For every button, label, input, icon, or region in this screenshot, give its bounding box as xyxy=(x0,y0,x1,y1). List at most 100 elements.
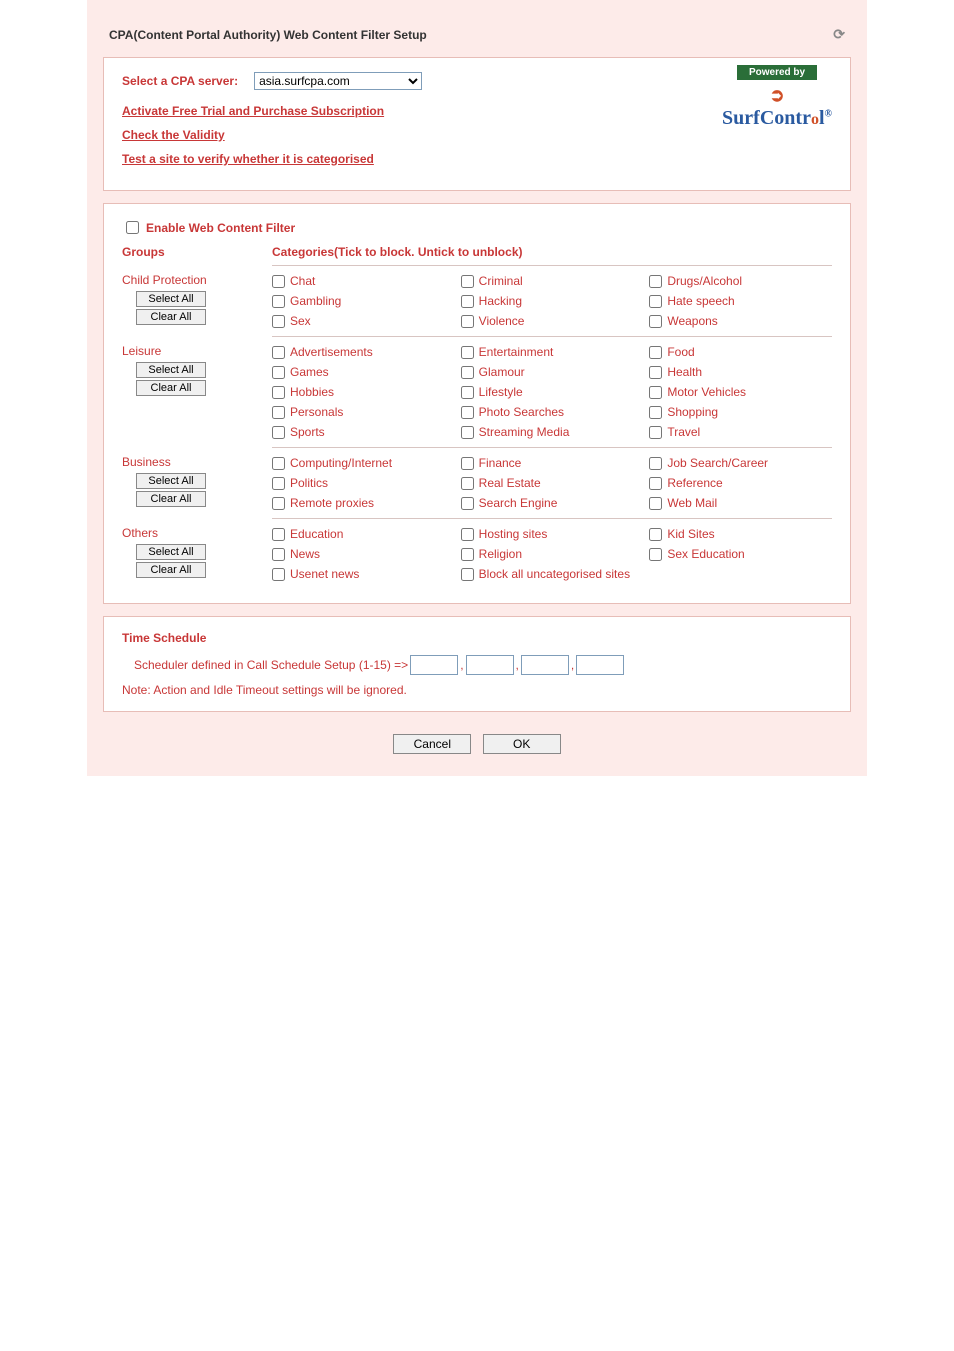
schedule-input-1[interactable] xyxy=(410,655,458,675)
category-checkbox[interactable] xyxy=(461,406,474,419)
category-item[interactable]: Religion xyxy=(461,547,644,561)
category-checkbox[interactable] xyxy=(461,386,474,399)
category-item[interactable]: Motor Vehicles xyxy=(649,385,832,399)
category-checkbox[interactable] xyxy=(272,477,285,490)
category-checkbox[interactable] xyxy=(461,528,474,541)
category-item[interactable]: Web Mail xyxy=(649,496,832,510)
category-checkbox[interactable] xyxy=(461,315,474,328)
category-checkbox[interactable] xyxy=(461,548,474,561)
category-checkbox[interactable] xyxy=(649,386,662,399)
activate-link[interactable]: Activate Free Trial and Purchase Subscri… xyxy=(122,104,384,118)
select-all-button[interactable]: Select All xyxy=(136,362,206,378)
category-checkbox[interactable] xyxy=(461,275,474,288)
category-checkbox[interactable] xyxy=(272,315,285,328)
category-checkbox[interactable] xyxy=(649,477,662,490)
clear-all-button[interactable]: Clear All xyxy=(136,491,206,507)
category-item[interactable]: Health xyxy=(649,365,832,379)
category-checkbox[interactable] xyxy=(272,497,285,510)
category-checkbox[interactable] xyxy=(461,457,474,470)
category-item[interactable]: Remote proxies xyxy=(272,496,455,510)
category-item[interactable]: Streaming Media xyxy=(461,425,644,439)
category-checkbox[interactable] xyxy=(649,497,662,510)
category-checkbox[interactable] xyxy=(461,346,474,359)
category-item[interactable]: Personals xyxy=(272,405,455,419)
category-item[interactable]: Hobbies xyxy=(272,385,455,399)
category-checkbox[interactable] xyxy=(649,346,662,359)
category-checkbox[interactable] xyxy=(272,295,285,308)
category-checkbox[interactable] xyxy=(461,568,474,581)
category-checkbox[interactable] xyxy=(461,497,474,510)
clear-all-button[interactable]: Clear All xyxy=(136,309,206,325)
category-checkbox[interactable] xyxy=(649,457,662,470)
category-item[interactable]: Glamour xyxy=(461,365,644,379)
category-item[interactable]: Food xyxy=(649,345,832,359)
category-item[interactable]: Shopping xyxy=(649,405,832,419)
category-checkbox[interactable] xyxy=(272,386,285,399)
cpa-server-select[interactable]: asia.surfcpa.com xyxy=(254,72,422,90)
enable-filter-checkbox[interactable] xyxy=(126,221,139,234)
category-item[interactable]: Entertainment xyxy=(461,345,644,359)
category-checkbox[interactable] xyxy=(272,406,285,419)
category-checkbox[interactable] xyxy=(461,477,474,490)
category-checkbox[interactable] xyxy=(461,426,474,439)
category-item[interactable]: Politics xyxy=(272,476,455,490)
category-checkbox[interactable] xyxy=(649,275,662,288)
category-item[interactable]: Block all uncategorised sites xyxy=(461,567,644,581)
category-item[interactable]: Criminal xyxy=(461,274,644,288)
clear-all-button[interactable]: Clear All xyxy=(136,380,206,396)
select-all-button[interactable]: Select All xyxy=(136,544,206,560)
category-item[interactable]: Usenet news xyxy=(272,567,455,581)
category-checkbox[interactable] xyxy=(272,346,285,359)
category-item[interactable]: Chat xyxy=(272,274,455,288)
category-item[interactable]: Hacking xyxy=(461,294,644,308)
category-item[interactable]: Photo Searches xyxy=(461,405,644,419)
category-checkbox[interactable] xyxy=(272,568,285,581)
category-checkbox[interactable] xyxy=(649,528,662,541)
schedule-input-3[interactable] xyxy=(521,655,569,675)
category-checkbox[interactable] xyxy=(461,295,474,308)
category-item[interactable]: Games xyxy=(272,365,455,379)
category-item[interactable]: Hate speech xyxy=(649,294,832,308)
category-checkbox[interactable] xyxy=(649,295,662,308)
schedule-input-2[interactable] xyxy=(466,655,514,675)
category-item[interactable]: Reference xyxy=(649,476,832,490)
category-checkbox[interactable] xyxy=(272,457,285,470)
category-item[interactable]: Sports xyxy=(272,425,455,439)
clear-all-button[interactable]: Clear All xyxy=(136,562,206,578)
category-item[interactable]: Kid Sites xyxy=(649,527,832,541)
category-item[interactable]: Gambling xyxy=(272,294,455,308)
category-item[interactable]: Violence xyxy=(461,314,644,328)
category-checkbox[interactable] xyxy=(272,528,285,541)
check-validity-link[interactable]: Check the Validity xyxy=(122,128,225,142)
category-checkbox[interactable] xyxy=(272,548,285,561)
category-item[interactable]: Sex Education xyxy=(649,547,832,561)
category-item[interactable]: Travel xyxy=(649,425,832,439)
ok-button[interactable]: OK xyxy=(483,734,561,754)
category-item[interactable]: Hosting sites xyxy=(461,527,644,541)
category-item[interactable]: Education xyxy=(272,527,455,541)
category-checkbox[interactable] xyxy=(649,366,662,379)
category-checkbox[interactable] xyxy=(649,548,662,561)
category-item[interactable]: Real Estate xyxy=(461,476,644,490)
refresh-icon[interactable]: ⟳ xyxy=(833,26,851,43)
category-item[interactable]: Weapons xyxy=(649,314,832,328)
schedule-input-4[interactable] xyxy=(576,655,624,675)
category-checkbox[interactable] xyxy=(272,366,285,379)
category-item[interactable]: Search Engine xyxy=(461,496,644,510)
category-item[interactable]: Advertisements xyxy=(272,345,455,359)
test-site-link[interactable]: Test a site to verify whether it is cate… xyxy=(122,152,374,166)
category-item[interactable]: Finance xyxy=(461,456,644,470)
category-checkbox[interactable] xyxy=(649,315,662,328)
category-item[interactable]: Drugs/Alcohol xyxy=(649,274,832,288)
category-item[interactable]: Lifestyle xyxy=(461,385,644,399)
category-checkbox[interactable] xyxy=(649,406,662,419)
category-checkbox[interactable] xyxy=(649,426,662,439)
select-all-button[interactable]: Select All xyxy=(136,291,206,307)
category-item[interactable]: News xyxy=(272,547,455,561)
cancel-button[interactable]: Cancel xyxy=(393,734,471,754)
select-all-button[interactable]: Select All xyxy=(136,473,206,489)
category-checkbox[interactable] xyxy=(461,366,474,379)
category-checkbox[interactable] xyxy=(272,426,285,439)
category-item[interactable]: Sex xyxy=(272,314,455,328)
category-item[interactable]: Job Search/Career xyxy=(649,456,832,470)
